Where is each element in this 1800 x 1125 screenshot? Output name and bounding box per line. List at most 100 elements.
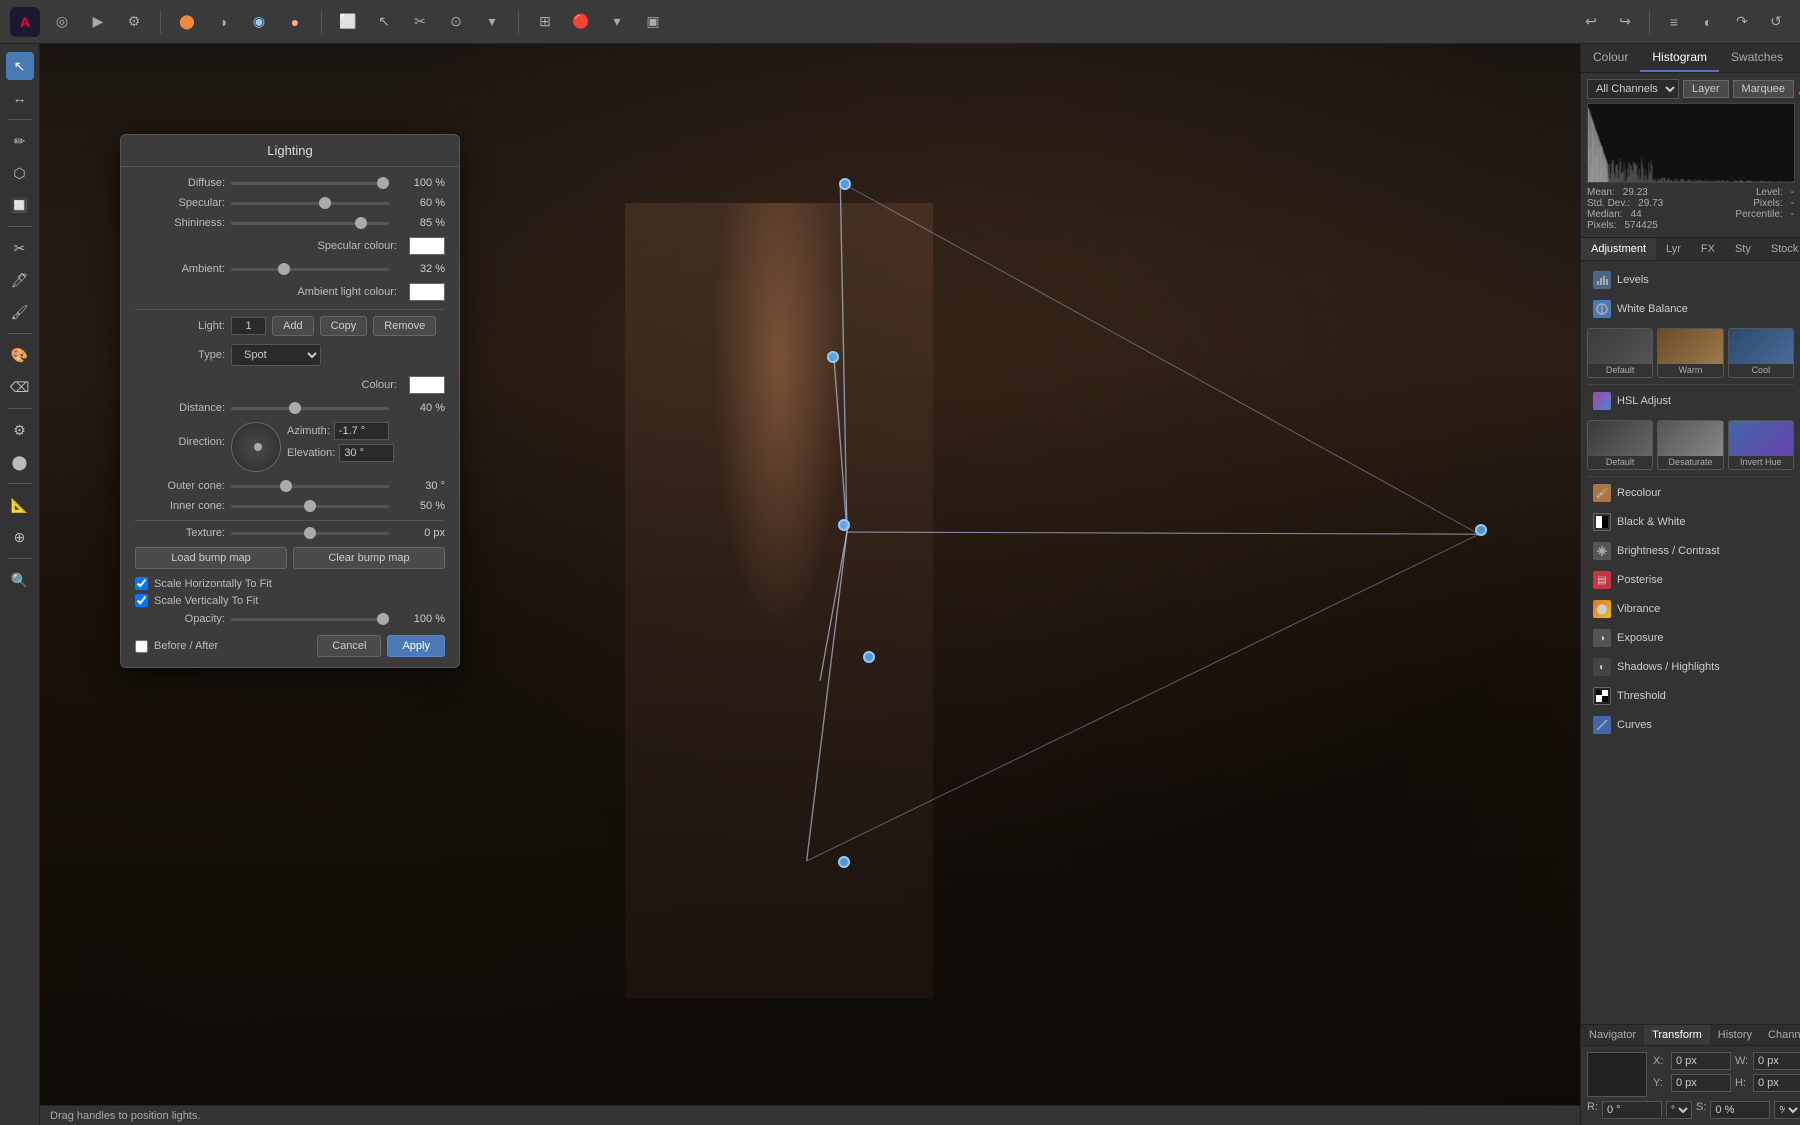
before-after-check[interactable] xyxy=(135,640,148,653)
open-btn[interactable]: ▶ xyxy=(84,8,112,36)
specular-colour-swatch[interactable] xyxy=(409,237,445,255)
palette-btn[interactable]: ◉ xyxy=(245,8,273,36)
tool-cursor[interactable]: ↔ xyxy=(6,84,34,112)
tool-text[interactable]: ⊕ xyxy=(6,523,34,551)
bottom-tab-transform[interactable]: Transform xyxy=(1644,1025,1710,1045)
diffuse-slider[interactable] xyxy=(231,182,389,185)
x-input[interactable] xyxy=(1671,1052,1731,1070)
preset-cool[interactable]: Cool xyxy=(1728,328,1794,378)
colour-swatch[interactable] xyxy=(409,376,445,394)
redo-btn[interactable]: ↪ xyxy=(1611,8,1639,36)
tool-move[interactable]: ↖ xyxy=(6,52,34,80)
adj-tab-stock[interactable]: Stock xyxy=(1761,238,1800,260)
ambient-slider[interactable] xyxy=(231,268,389,271)
tool-crop[interactable]: ✏ xyxy=(6,127,34,155)
adj-tab-sty[interactable]: Sty xyxy=(1725,238,1761,260)
inner-cone-slider[interactable] xyxy=(231,505,389,508)
lighting-dialog-title[interactable]: Lighting xyxy=(121,135,459,167)
hsl-preset-default[interactable]: Default xyxy=(1587,420,1653,470)
azimuth-input[interactable] xyxy=(334,422,389,440)
tool-erase[interactable]: ⌫ xyxy=(6,373,34,401)
view-btn[interactable]: ≡ xyxy=(1660,8,1688,36)
tool-paint[interactable]: 🖊 xyxy=(6,266,34,294)
outer-cone-slider[interactable] xyxy=(231,485,389,488)
light-number-input[interactable] xyxy=(231,317,266,335)
snap2-btn[interactable]: ▾ xyxy=(603,8,631,36)
preset-default[interactable]: Default xyxy=(1587,328,1653,378)
layer-btn[interactable]: Layer xyxy=(1683,80,1729,98)
snap-btn[interactable]: 🔴 xyxy=(567,8,595,36)
circle-btn[interactable]: ● xyxy=(281,8,309,36)
specular-slider[interactable] xyxy=(231,202,389,205)
texture-slider[interactable] xyxy=(231,532,389,535)
adj-item-posterise[interactable]: ▤ Posterise xyxy=(1585,566,1796,594)
adj-item-recolour[interactable]: 🖌 Recolour xyxy=(1585,479,1796,507)
adj-item-vibrance[interactable]: ⬤ Vibrance xyxy=(1585,595,1796,623)
adj-item-curves[interactable]: Curves xyxy=(1585,711,1796,739)
adj-tab-lyr[interactable]: Lyr xyxy=(1656,238,1691,260)
s-unit-select[interactable]: % xyxy=(1774,1101,1800,1119)
bottom-tab-channels[interactable]: Channels xyxy=(1760,1025,1800,1045)
adj-item-white-balance[interactable]: White Balance xyxy=(1585,295,1796,323)
r-input[interactable] xyxy=(1602,1101,1662,1119)
cursor-tool[interactable]: ↖ xyxy=(370,8,398,36)
tab-histogram[interactable]: Histogram xyxy=(1640,44,1719,72)
opacity-slider[interactable] xyxy=(231,618,389,621)
adj-item-shadows[interactable]: ◐ Shadows / Highlights xyxy=(1585,653,1796,681)
studio-btn[interactable]: ↷ xyxy=(1728,8,1756,36)
adj-item-exposure[interactable]: ◑ Exposure xyxy=(1585,624,1796,652)
bottom-tab-history[interactable]: History xyxy=(1710,1025,1760,1045)
adj-tab-adjustment[interactable]: Adjustment xyxy=(1581,238,1656,260)
s-input[interactable] xyxy=(1710,1101,1770,1119)
hsl-preset-desaturate[interactable]: Desaturate xyxy=(1657,420,1723,470)
bottom-tab-navigator[interactable]: Navigator xyxy=(1581,1025,1644,1045)
shininess-slider[interactable] xyxy=(231,222,389,225)
remove-light-btn[interactable]: Remove xyxy=(373,316,436,336)
tool-clone[interactable]: ⚙ xyxy=(6,416,34,444)
ctrl-point-center[interactable] xyxy=(838,519,850,531)
grid-btn[interactable]: ⊞ xyxy=(531,8,559,36)
adj-item-bw[interactable]: Black & White xyxy=(1585,508,1796,536)
elevation-input[interactable] xyxy=(339,444,394,462)
ctrl-point-3[interactable] xyxy=(863,651,875,663)
r-unit-select[interactable]: ° xyxy=(1666,1101,1692,1119)
marquee-btn[interactable]: Marquee xyxy=(1733,80,1794,98)
tool-pen[interactable]: ✂ xyxy=(6,234,34,262)
add-light-btn[interactable]: Add xyxy=(272,316,314,336)
mask2-tool[interactable]: ▾ xyxy=(478,8,506,36)
channel-select[interactable]: All Channels Red Green Blue xyxy=(1587,79,1679,99)
undo-btn[interactable]: ↩ xyxy=(1577,8,1605,36)
tool-shape[interactable]: 📐 xyxy=(6,491,34,519)
hsl-preset-invert[interactable]: Invert Hue xyxy=(1728,420,1794,470)
adj-item-threshold[interactable]: Threshold xyxy=(1585,682,1796,710)
cancel-btn[interactable]: Cancel xyxy=(317,635,381,657)
ctrl-point-1[interactable] xyxy=(827,351,839,363)
distance-slider[interactable] xyxy=(231,407,389,410)
ambient-colour-swatch[interactable] xyxy=(409,283,445,301)
adj-tab-fx[interactable]: FX xyxy=(1691,238,1725,260)
h-input[interactable] xyxy=(1753,1074,1800,1092)
tab-brushes[interactable]: Brushes xyxy=(1795,44,1800,72)
apply-btn[interactable]: Apply xyxy=(387,635,445,657)
tab-colour[interactable]: Colour xyxy=(1581,44,1640,72)
ctrl-point-0[interactable] xyxy=(839,178,851,190)
mask-tool[interactable]: ⊙ xyxy=(442,8,470,36)
adj-item-brightness[interactable]: Brightness / Contrast xyxy=(1585,537,1796,565)
w-input[interactable] xyxy=(1753,1052,1800,1070)
tool-select[interactable]: ⬡ xyxy=(6,159,34,187)
contrast-btn[interactable]: ◑ xyxy=(209,8,237,36)
tool-fill[interactable]: 🎨 xyxy=(6,341,34,369)
adj-item-hsl[interactable]: HSL Adjust xyxy=(1585,387,1796,415)
adj-item-levels[interactable]: Levels xyxy=(1585,266,1796,294)
tab-swatches[interactable]: Swatches xyxy=(1719,44,1795,72)
layers-btn[interactable]: ◐ xyxy=(1694,8,1722,36)
help-btn[interactable]: ↺ xyxy=(1762,8,1790,36)
tool-lasso[interactable]: 🔲 xyxy=(6,191,34,219)
scale-vertical-check[interactable] xyxy=(135,594,148,607)
clip-tool[interactable]: ✂ xyxy=(406,8,434,36)
preset-warm[interactable]: Warm xyxy=(1657,328,1723,378)
share-btn[interactable]: ⚙ xyxy=(120,8,148,36)
clear-bump-map-btn[interactable]: Clear bump map xyxy=(293,547,445,569)
direction-wheel[interactable] xyxy=(231,422,281,472)
align-btn[interactable]: ▣ xyxy=(639,8,667,36)
